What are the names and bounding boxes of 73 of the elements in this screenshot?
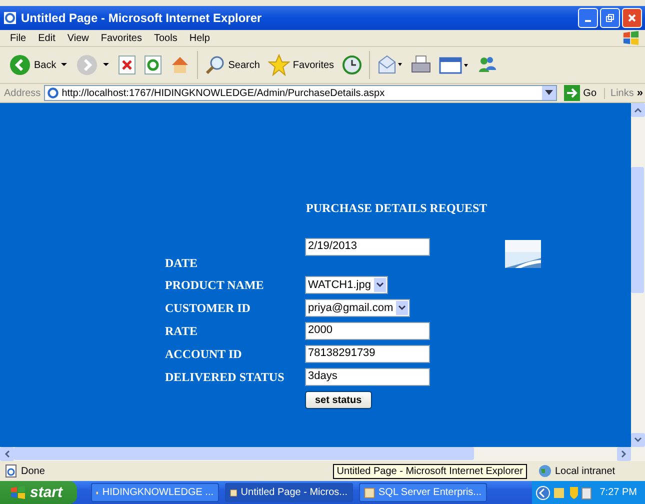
go-arrow-icon	[564, 85, 580, 101]
taskbar-button[interactable]: HIDINGKNOWLEDGE ...	[90, 483, 219, 502]
search-icon	[205, 55, 226, 75]
dropdown-field[interactable]: WATCH1.jpg	[305, 276, 388, 294]
minimize-button[interactable]	[578, 8, 598, 28]
maximize-button[interactable]	[600, 8, 620, 28]
refresh-icon	[144, 55, 162, 75]
page-icon	[46, 87, 59, 99]
favorites-button[interactable]: Favorites	[264, 52, 338, 78]
app-icon	[364, 486, 375, 500]
text-field[interactable]: 2/19/2013	[305, 238, 430, 256]
windows-flag-icon	[621, 30, 641, 46]
vertical-scrollbar[interactable]	[631, 103, 645, 447]
page-icon	[4, 464, 18, 478]
menu-item[interactable]: Tools	[148, 32, 184, 44]
text-field[interactable]: 2000	[305, 322, 430, 340]
chevron-down-icon	[398, 305, 406, 311]
stop-icon	[118, 55, 136, 75]
field-label: ACCOUNT ID	[165, 346, 243, 362]
close-button[interactable]	[622, 8, 642, 28]
address-field[interactable]: http://localhost:1767/HIDINGKNOWLEDGE/Admin/PurchaseDetails.aspx	[44, 85, 558, 101]
menu-item[interactable]: Help	[183, 32, 216, 44]
dropdown-field[interactable]: priya@gmail.com	[305, 299, 410, 317]
menu-item[interactable]: File	[4, 32, 32, 44]
horizontal-scrollbar[interactable]	[0, 447, 645, 461]
more-chevron[interactable]: »	[636, 87, 645, 99]
menu-item[interactable]: View	[61, 32, 95, 44]
form-heading: PURCHASE DETAILS REQUEST	[306, 201, 488, 216]
field-label: CUSTOMER ID	[165, 300, 252, 316]
tray-icons[interactable]	[536, 484, 592, 500]
field-label: PRODUCT NAME	[165, 278, 265, 292]
taskbar-button[interactable]: SQL Server Enterpris...	[358, 483, 487, 502]
dropdown-arrow-icon	[545, 90, 554, 96]
envelope-icon	[377, 55, 404, 75]
field-label: DELIVERED STATUS	[165, 370, 286, 384]
clock-icon	[342, 55, 362, 75]
address-label: Address	[4, 88, 41, 98]
people-icon	[477, 55, 498, 75]
clock: 7:27 PM	[600, 487, 637, 498]
menu-item[interactable]: Favorites	[94, 32, 148, 44]
window-title: Untitled Page - Microsoft Internet Explorer	[21, 11, 263, 25]
zone-text: Local intranet	[555, 466, 616, 476]
status-text: Done	[21, 466, 46, 476]
browser-icon	[3, 11, 17, 25]
back-button[interactable]: Back	[6, 52, 60, 78]
chevron-left-icon	[4, 450, 10, 458]
chevron-down-icon	[376, 282, 384, 288]
windows-flag-icon	[10, 486, 26, 500]
minimize-icon	[585, 20, 591, 22]
go-button[interactable]: Go	[560, 85, 601, 101]
text-field[interactable]: 78138291739	[305, 345, 430, 363]
field-label: DATE	[165, 256, 198, 271]
restore-icon	[605, 13, 615, 23]
dropdown-arrow-icon[interactable]	[61, 63, 68, 67]
set-status-button[interactable]: set status	[305, 391, 372, 409]
text-field[interactable]: 3days	[305, 368, 430, 386]
menu-item[interactable]: Edit	[32, 32, 62, 44]
window-icon	[439, 55, 470, 75]
close-icon	[627, 13, 637, 23]
house-icon	[170, 55, 190, 75]
globe-icon	[538, 464, 552, 478]
dropdown-button[interactable]	[542, 86, 556, 100]
printer-icon	[411, 55, 432, 75]
tooltip: Untitled Page - Microsoft Internet Explorer	[332, 464, 527, 478]
dropdown-arrow-icon[interactable]	[103, 63, 110, 67]
chevron-right-icon	[621, 450, 627, 458]
search-button[interactable]: Search	[202, 53, 263, 77]
taskbar-button[interactable]: Untitled Page - Micros...	[224, 483, 353, 502]
chevron-up-icon	[634, 107, 642, 113]
field-label: RATE	[165, 324, 198, 338]
start-button[interactable]: start	[0, 481, 77, 504]
star-icon	[268, 54, 290, 76]
chevron-down-icon	[634, 437, 642, 443]
